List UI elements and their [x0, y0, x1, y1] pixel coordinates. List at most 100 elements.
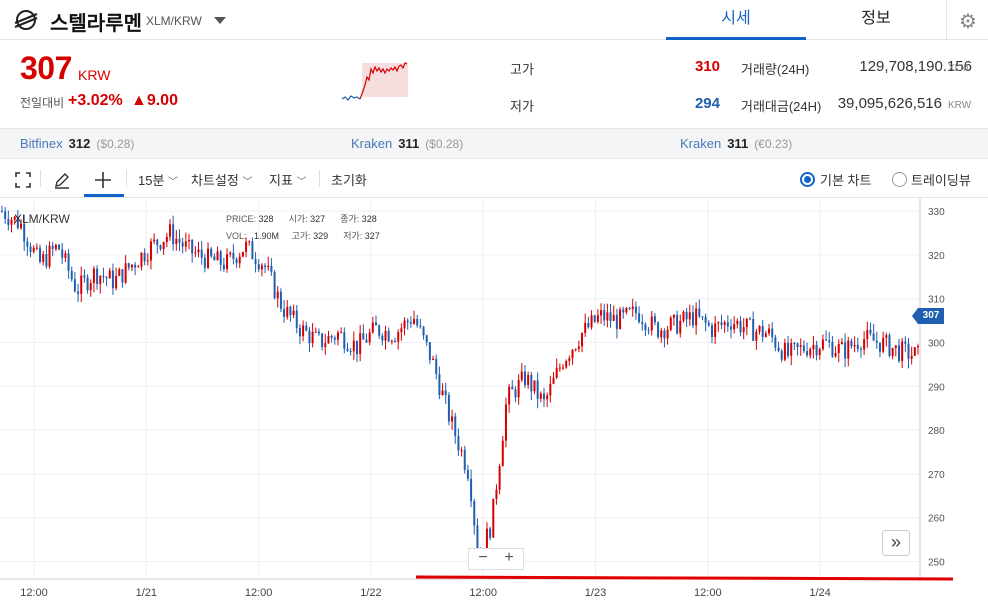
crosshair-icon[interactable]	[94, 171, 112, 189]
reset-button[interactable]: 초기화	[331, 170, 367, 189]
candle-body	[489, 528, 492, 538]
candle-body	[726, 322, 729, 327]
candle-body	[4, 211, 7, 219]
candle-body	[828, 340, 831, 342]
tab-info[interactable]: 정보	[806, 0, 946, 40]
candle-body	[143, 252, 146, 262]
candle-body	[885, 335, 888, 338]
y-tick-label: 280	[928, 426, 945, 437]
candle-body	[321, 333, 324, 348]
candle-body	[111, 270, 114, 289]
tab-market[interactable]: 시세	[666, 0, 806, 40]
basic-chart-label[interactable]: 기본 차트	[820, 170, 871, 189]
candle-body	[343, 332, 346, 349]
candle-body	[254, 259, 257, 265]
fullscreen-icon[interactable]	[15, 172, 31, 188]
candle-body	[378, 325, 381, 336]
minus-icon[interactable]: −	[473, 549, 493, 567]
candle-body	[61, 249, 64, 258]
candle-body	[194, 252, 197, 254]
candle-body	[707, 322, 710, 326]
candle-body	[295, 310, 298, 328]
candle-body	[780, 350, 783, 360]
chart-settings-dropdown[interactable]: 차트설정 ﹀	[191, 170, 252, 189]
candle-body	[504, 404, 507, 441]
candle-body	[752, 319, 755, 341]
exchange-item[interactable]: Kraken 311 (€0.23)	[680, 136, 792, 151]
candle-body	[273, 271, 276, 299]
x-tick-label: 1/22	[360, 587, 381, 599]
y-tick-label: 310	[928, 295, 945, 306]
candle-body	[514, 389, 517, 398]
interval-label: 15분	[138, 173, 165, 188]
candle-body	[327, 335, 330, 344]
candle-body	[593, 315, 596, 322]
candle-body	[432, 358, 435, 360]
x-tick-label: 1/24	[809, 587, 830, 599]
candle-body	[913, 347, 916, 356]
candle-body	[362, 333, 365, 340]
candle-body	[653, 316, 656, 323]
candle-body	[457, 436, 460, 451]
candle-body	[691, 312, 694, 326]
x-tick-label: 1/23	[585, 587, 606, 599]
stellar-logo-icon	[14, 10, 38, 30]
candle-body	[438, 374, 441, 396]
candle-body	[279, 291, 282, 309]
candle-body	[749, 318, 752, 320]
candle-body	[511, 386, 514, 390]
candle-body	[226, 254, 229, 269]
change-label: 전일대비	[20, 96, 65, 110]
candle-body	[260, 265, 263, 270]
candle-body	[733, 324, 736, 330]
candle-body	[403, 320, 406, 329]
double-chevron-right-icon[interactable]: »	[882, 530, 910, 556]
candle-body	[422, 326, 425, 336]
candle-body	[790, 343, 793, 356]
candle-body	[917, 346, 919, 348]
candle-body	[539, 393, 542, 399]
candle-body	[270, 265, 273, 272]
candle-body	[666, 329, 669, 339]
tradingview-label[interactable]: 트레이딩뷰	[911, 170, 971, 189]
interval-dropdown[interactable]: 15분 ﹀	[138, 170, 178, 189]
exchange-item[interactable]: Kraken 311 ($0.28)	[351, 136, 463, 151]
candle-body	[844, 342, 847, 359]
candle-body	[622, 309, 625, 313]
plus-icon[interactable]: +	[499, 549, 519, 567]
chevron-down-icon[interactable]	[214, 17, 226, 24]
candle-body	[29, 246, 32, 252]
candle-body	[783, 342, 786, 360]
candle-body	[96, 268, 99, 285]
y-tick-label: 300	[928, 339, 945, 350]
candle-body	[80, 275, 83, 294]
candle-body	[308, 330, 311, 344]
candle-body	[799, 345, 802, 347]
candle-body	[562, 367, 565, 369]
candle-body	[77, 291, 80, 294]
gear-icon[interactable]: ⚙	[959, 9, 977, 34]
candle-body	[441, 390, 444, 396]
exchange-item[interactable]: Bitfinex 312 ($0.28)	[20, 136, 134, 151]
pencil-icon[interactable]	[53, 171, 71, 189]
candle-body	[276, 291, 279, 299]
tradingview-radio[interactable]	[892, 172, 907, 187]
candle-body	[134, 264, 137, 268]
candle-body	[581, 333, 584, 347]
candle-body	[837, 344, 840, 353]
candle-body	[628, 307, 631, 310]
candle-body	[787, 342, 790, 356]
candle-body	[742, 327, 745, 333]
candle-body	[793, 343, 796, 345]
candle-body	[542, 393, 545, 400]
vol-val: 1.90M	[254, 231, 280, 241]
indicators-dropdown[interactable]: 지표 ﹀	[269, 170, 307, 189]
basic-chart-radio[interactable]	[800, 172, 815, 187]
candle-body	[492, 498, 495, 538]
candle-body	[419, 325, 422, 327]
y-tick-label: 250	[928, 557, 945, 568]
candle-body	[568, 358, 571, 361]
current-price-tag: 307	[912, 308, 944, 324]
candle-body	[866, 329, 869, 340]
candle-body	[42, 254, 45, 263]
